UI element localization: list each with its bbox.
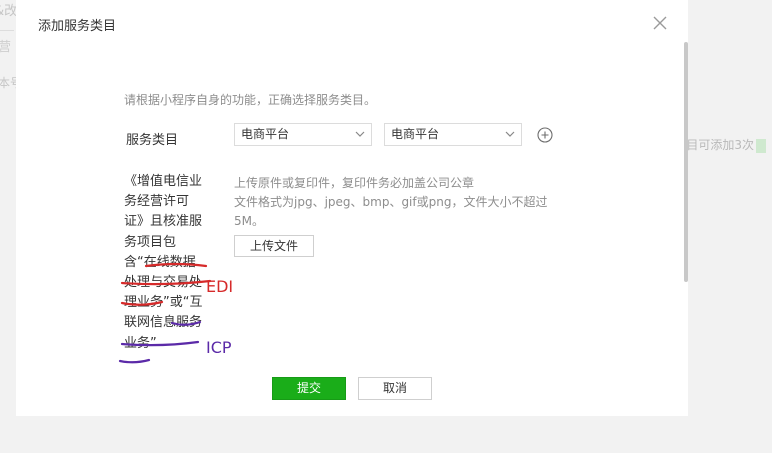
edi-annotation: EDI: [206, 277, 234, 296]
background-divider: [0, 30, 14, 31]
background-chip: [756, 138, 766, 153]
upload-file-button[interactable]: 上传文件: [234, 235, 314, 257]
purple-underline: [118, 358, 151, 364]
add-category-icon[interactable]: [537, 127, 553, 143]
category-label: 服务类目: [126, 133, 179, 148]
background-text-fragment: 营: [0, 40, 12, 55]
primary-category-select[interactable]: 电商平台: [234, 123, 372, 146]
submit-button[interactable]: 提交: [272, 377, 346, 400]
scrollbar-thumb[interactable]: [684, 42, 688, 282]
file-format-hint: 文件格式为jpg、jpeg、bmp、gif或png，文件大小不超过5M。: [234, 195, 548, 228]
close-icon[interactable]: [650, 13, 670, 33]
cancel-button[interactable]: 取消: [358, 377, 432, 400]
secondary-category-value: 电商平台: [391, 127, 440, 141]
background-text-fragment: 目可添加3次: [686, 136, 766, 153]
background-text-fragment: &改: [0, 4, 18, 19]
add-service-category-dialog: 添加服务类目 请根据小程序自身的功能，正确选择服务类目。 服务类目 电商平台 电…: [16, 0, 688, 416]
chevron-down-icon: [355, 124, 365, 152]
secondary-category-select[interactable]: 电商平台: [384, 123, 522, 146]
chevron-down-icon: [505, 124, 515, 152]
primary-category-value: 电商平台: [241, 127, 290, 141]
upload-hint: 上传原件或复印件，复印件务必加盖公司公章: [234, 176, 475, 190]
category-tip: 请根据小程序自身的功能，正确选择服务类目。: [124, 93, 377, 107]
icp-annotation: ICP: [206, 338, 232, 357]
license-requirement-label: 《增值电信业务经营许可证》且核准服务项目包含“在线数据处理与交易处理业务”或“互…: [124, 174, 203, 351]
background-note: 目可添加3次: [686, 138, 754, 152]
dialog-title: 添加服务类目: [38, 19, 117, 34]
